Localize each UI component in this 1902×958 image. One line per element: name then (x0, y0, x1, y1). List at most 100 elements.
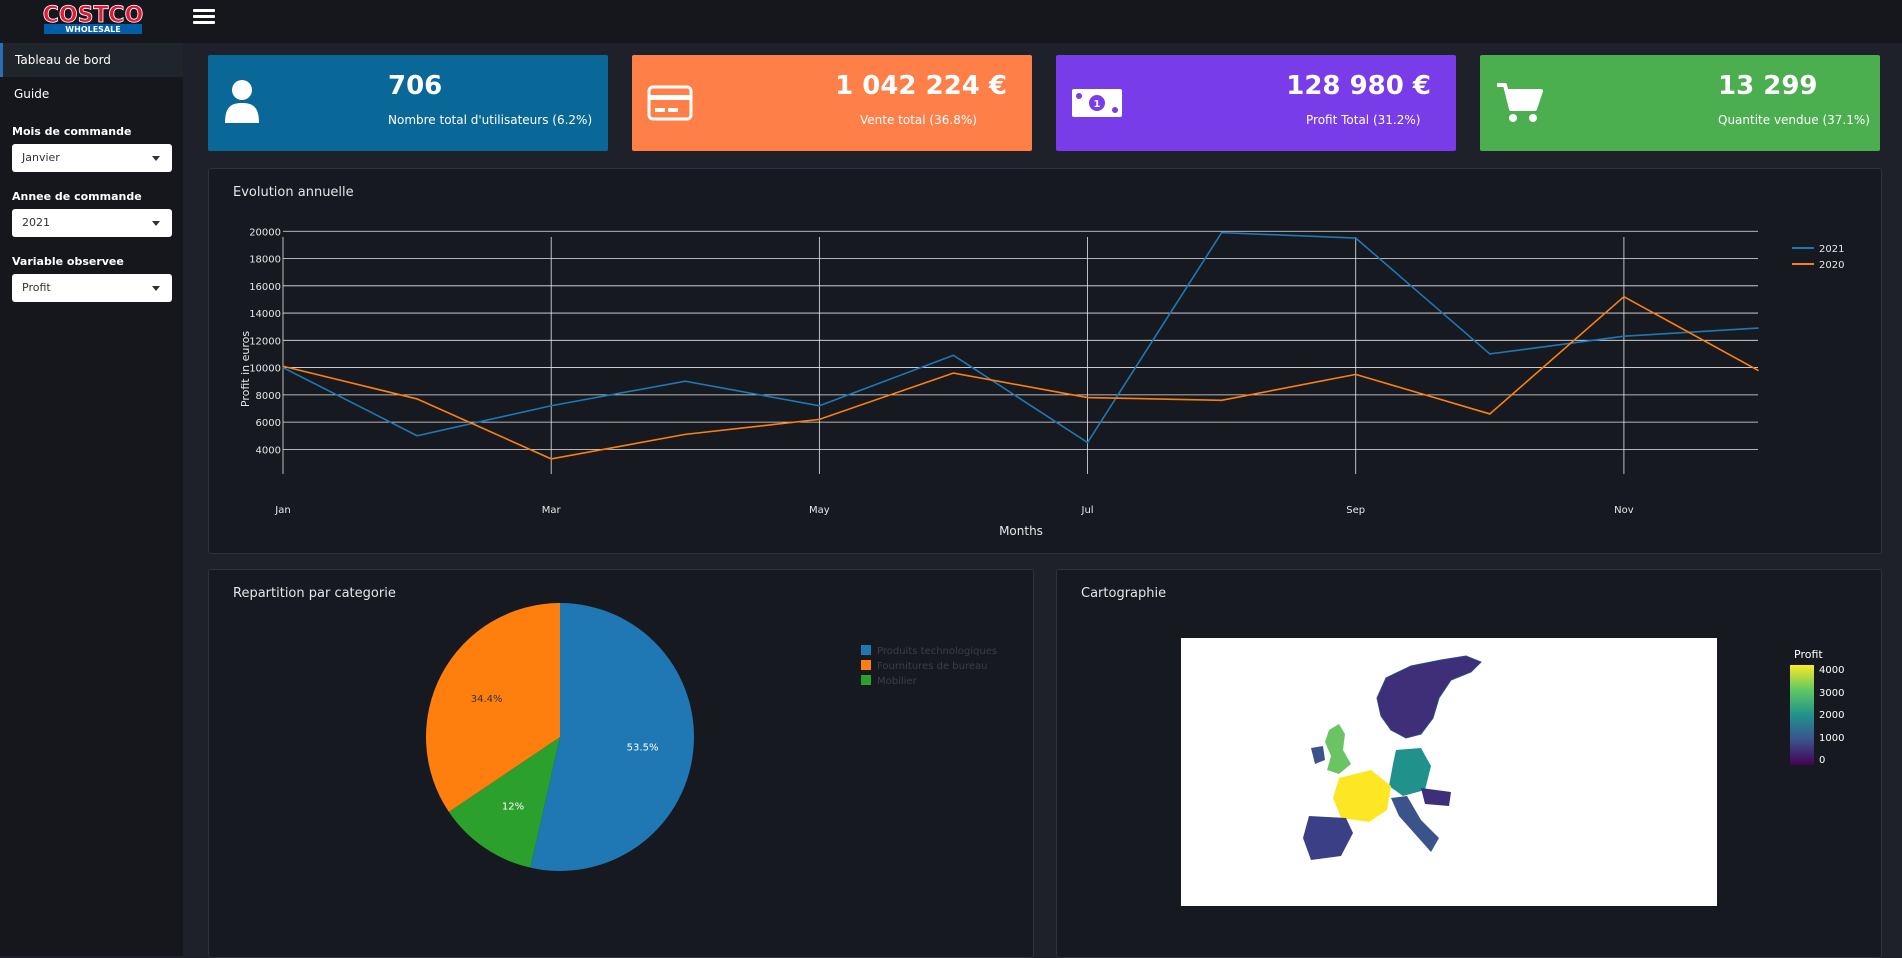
y-tick-label: 6000 (256, 418, 281, 429)
data-point (1354, 373, 1357, 376)
data-point (550, 404, 552, 407)
pie-value-label: 34.4% (471, 694, 503, 705)
x-tick-label: Jul (1081, 505, 1094, 516)
x-tick-label: Nov (1614, 505, 1634, 516)
menu-toggle-icon[interactable] (193, 6, 215, 28)
kpi-users: 706 Nombre total d'utilisateurs (6.2%) (208, 55, 608, 151)
month-select-value: Janvier (22, 151, 60, 164)
sidebar: Tableau de bord Guide Mois de commande J… (0, 43, 183, 956)
colorbar-ticks: 4000 3000 2000 1000 0 (1819, 665, 1845, 766)
kpi-sales-value: 1 042 224 € (835, 71, 1007, 101)
y-tick-label: 16000 (249, 282, 281, 293)
kpi-profit-value: 128 980 € (1286, 71, 1431, 101)
top-bar: COSTCO WHOLESALE (0, 0, 1902, 43)
data-point (1220, 231, 1223, 234)
kpi-users-value: 706 (388, 71, 443, 101)
x-tick-label: May (809, 505, 830, 516)
legend-swatch (861, 675, 871, 685)
kpi-sales-label: Vente total (36.8%) (860, 113, 977, 127)
kpi-quantity-label: Quantite vendue (37.1%) (1718, 113, 1870, 127)
pie-value-label: 53.5% (627, 742, 659, 753)
filter-year-label: Annee de commande (12, 190, 142, 203)
caret-down-icon (152, 286, 160, 291)
year-select[interactable]: 2021 (12, 209, 172, 237)
legend-label: 2020 (1819, 260, 1844, 271)
series-line-2020 (282, 295, 1759, 460)
data-point (1489, 413, 1491, 415)
data-point (1623, 335, 1625, 338)
y-tick-label: 4000 (256, 445, 281, 456)
data-point (818, 418, 821, 421)
kpi-sales: 1 042 224 € Vente total (36.8%) (632, 55, 1032, 151)
kpi-profit-label: Profit Total (31.2%) (1306, 113, 1421, 127)
data-point (684, 433, 687, 436)
y-tick-label: 10000 (249, 364, 281, 375)
kpi-quantity-value: 13 299 (1718, 71, 1818, 101)
y-tick-label: 20000 (249, 227, 281, 238)
data-point (684, 380, 687, 383)
sidebar-item-tableau-de-bord[interactable]: Tableau de bord (0, 43, 183, 77)
pie-chart-panel: Repartition par categorie 53.5% 12% 34.4% P… (208, 569, 1034, 958)
x-axis-title: Months (999, 524, 1043, 538)
legend-swatch (861, 660, 871, 670)
user-icon (225, 80, 259, 123)
data-point (1757, 327, 1759, 329)
data-point (818, 404, 821, 407)
legend-label: Produits technologiques (877, 646, 997, 657)
money-bill-icon: 1 (1072, 89, 1122, 117)
data-point (282, 365, 284, 368)
x-tick-label: Jan (274, 505, 290, 516)
pie-chart[interactable]: 53.5% 12% 34.4% Produits technologiques Four… (209, 570, 1033, 957)
map-canvas[interactable] (1181, 638, 1717, 906)
line-chart-panel: Evolution annuelle 4000 6000 8000 10000 1200… (208, 168, 1882, 554)
map-region-uk (1325, 724, 1351, 774)
data-point (416, 398, 418, 400)
map-region-ireland (1311, 746, 1325, 764)
legend-label: 2021 (1819, 244, 1844, 255)
filter-variable-label: Variable observee (12, 255, 124, 268)
kpi-quantity: 13 299 Quantite vendue (37.1%) (1480, 55, 1880, 151)
europe-choropleth (1303, 655, 1482, 860)
kpi-profit: 1 128 980 € Profit Total (31.2%) (1056, 55, 1456, 151)
svg-text:1: 1 (1094, 99, 1101, 110)
data-point (1623, 295, 1625, 298)
filter-month-label: Mois de commande (12, 125, 132, 138)
line-chart[interactable]: 4000 6000 8000 10000 12000 14000 16000 18000 200… (209, 169, 1881, 553)
y-axis-title: Profit in euros (239, 331, 252, 407)
data-point (1757, 369, 1759, 372)
logo-bottom-text: WHOLESALE (65, 25, 120, 34)
sidebar-item-guide[interactable]: Guide (0, 77, 183, 111)
legend-label: Fournitures de bureau (877, 661, 987, 672)
y-tick-label: 8000 (256, 391, 281, 402)
variable-select[interactable]: Profit (12, 274, 172, 302)
pie-value-label: 12% (502, 802, 524, 813)
x-tick-label: Mar (542, 505, 562, 516)
colorbar (1790, 665, 1814, 765)
y-tick-label: 12000 (249, 336, 281, 347)
month-select[interactable]: Janvier (12, 144, 172, 172)
kpi-users-label: Nombre total d'utilisateurs (6.2%) (388, 113, 593, 127)
legend-swatch (861, 645, 871, 655)
shopping-cart-icon (1497, 83, 1543, 122)
caret-down-icon (152, 156, 160, 161)
data-point (1086, 441, 1089, 444)
map-region-nordic (1376, 655, 1482, 739)
year-select-value: 2021 (22, 216, 50, 229)
data-point (952, 354, 955, 357)
map-panel-title: Cartographie (1081, 586, 1167, 601)
data-point (1489, 353, 1491, 355)
legend-label: Mobilier (877, 676, 918, 687)
series-line-2021 (282, 231, 1759, 444)
variable-select-value: Profit (22, 281, 51, 294)
costco-logo[interactable]: COSTCO WHOLESALE (36, 2, 150, 36)
data-point (1354, 237, 1357, 239)
data-point (416, 434, 418, 437)
data-point (1220, 399, 1223, 402)
map-region-iberia (1303, 816, 1353, 860)
map-region-central (1421, 788, 1451, 806)
map-region-france (1333, 770, 1391, 822)
caret-down-icon (152, 221, 160, 226)
credit-card-icon (647, 85, 693, 121)
y-tick-label: 18000 (249, 255, 281, 266)
data-point (1086, 396, 1089, 399)
